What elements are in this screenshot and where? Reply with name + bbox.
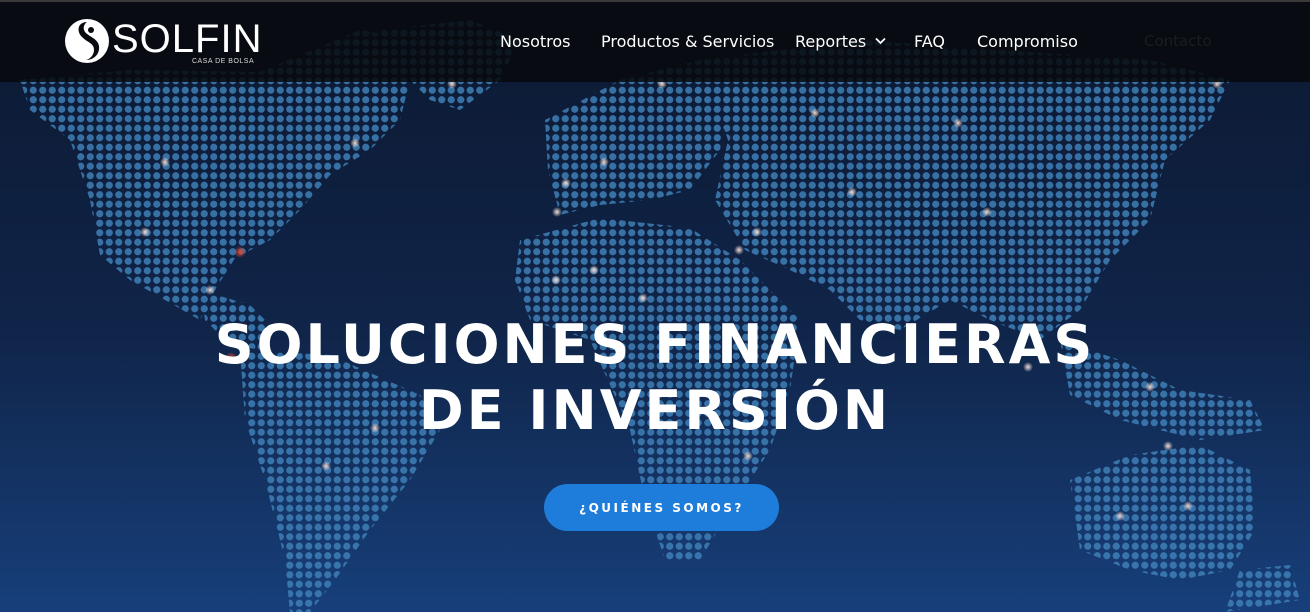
solfin-logo-icon: [65, 19, 109, 63]
hero-headline-line-1: SOLUCIONES FINANCIERAS: [214, 313, 1096, 376]
chevron-down-icon: [875, 37, 886, 45]
nav-item-compromiso[interactable]: Compromiso: [977, 32, 1078, 51]
nav-item-label: FAQ: [914, 32, 945, 51]
brand-tagline: CASA DE BOLSA: [192, 58, 255, 65]
nav-item-label: Productos & Servicios: [601, 32, 775, 51]
nav-item-reportes[interactable]: Reportes: [795, 32, 886, 51]
top-navbar: SOLFIN CASA DE BOLSA Nosotros Productos …: [0, 0, 1310, 82]
brand-name: SOLFIN: [112, 17, 263, 61]
nav-item-nosotros[interactable]: Nosotros: [500, 32, 571, 51]
nav-item-label: Reportes: [795, 32, 867, 51]
nav-item-label: Compromiso: [977, 32, 1078, 51]
hero-section: SOLFIN CASA DE BOLSA Nosotros Productos …: [0, 0, 1310, 612]
nav-item-contacto[interactable]: Contacto: [1144, 32, 1212, 50]
solfin-logo[interactable]: SOLFIN CASA DE BOLSA: [64, 16, 261, 72]
nav-item-faq[interactable]: FAQ: [914, 32, 945, 51]
hero-headline-line-2: DE INVERSIÓN: [418, 379, 892, 442]
hero-headline: SOLUCIONES FINANCIERAS DE INVERSIÓN: [0, 312, 1310, 444]
nav-item-label: Nosotros: [500, 32, 571, 51]
quienes-somos-button[interactable]: ¿QUIÉNES SOMOS?: [544, 484, 779, 531]
nav-item-productos-servicios[interactable]: Productos & Servicios: [601, 32, 774, 51]
